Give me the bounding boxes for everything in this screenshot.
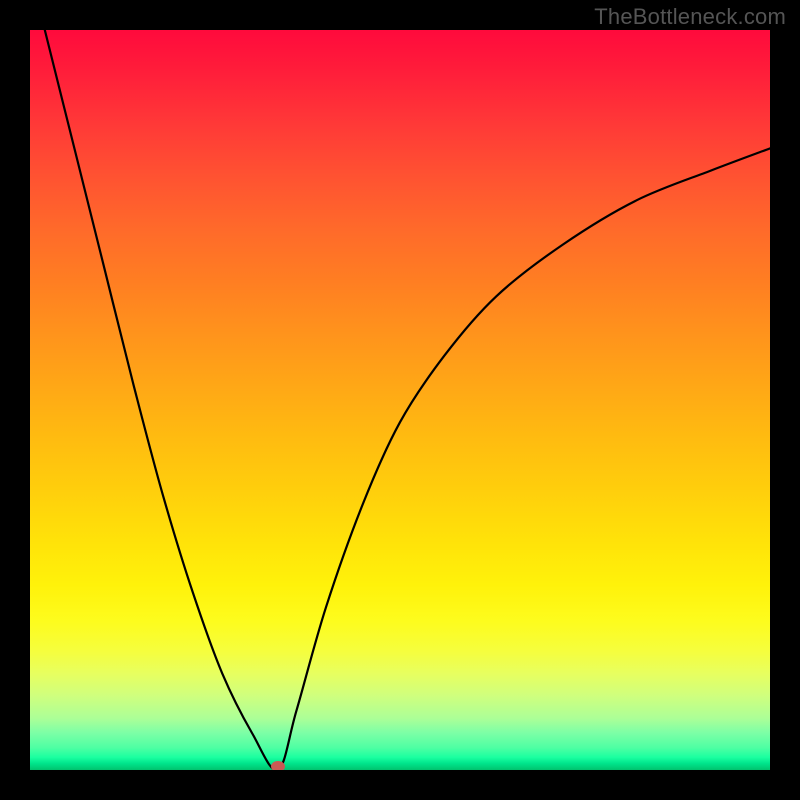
bottleneck-curve xyxy=(30,30,770,770)
plot-area xyxy=(30,30,770,770)
curve-path xyxy=(45,30,770,770)
optimal-point-marker xyxy=(271,761,285,770)
watermark-text: TheBottleneck.com xyxy=(594,4,786,30)
chart-frame: TheBottleneck.com xyxy=(0,0,800,800)
